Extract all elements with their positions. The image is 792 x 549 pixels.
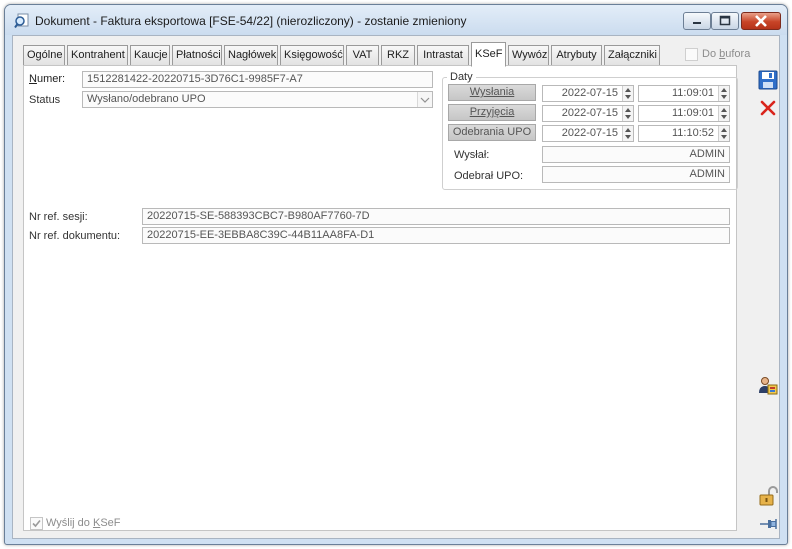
do-bufora-checkbox[interactable]	[685, 48, 698, 61]
przyjecia-time-field[interactable]: 11:09:01	[638, 105, 730, 122]
status-value: Wysłano/odebrano UPO	[87, 93, 206, 105]
close-button[interactable]	[741, 12, 781, 30]
wyslania-time-field[interactable]: 11:09:01	[638, 85, 730, 102]
unlock-button[interactable]	[756, 484, 778, 506]
przyjecia-button[interactable]: Przyjęcia	[448, 104, 536, 121]
numer-field[interactable]: 1512281422-20220715-3D76C1-9985F7-A7	[82, 71, 433, 88]
application-window: Dokument - Faktura eksportowa [FSE-54/22…	[4, 4, 788, 545]
save-icon	[758, 70, 778, 90]
minimize-button[interactable]	[683, 12, 711, 30]
window-content: Ogólne Kontrahent Kaucje Płatności Nagłó…	[12, 35, 780, 539]
tab-ksiegowosc[interactable]: Księgowość	[280, 45, 344, 66]
tab-platnosci[interactable]: Płatności	[172, 45, 222, 66]
wyslal-label: Wysłał:	[454, 149, 490, 161]
daty-group-title: Daty	[447, 71, 476, 83]
wyslal-field[interactable]: ADMIN	[542, 146, 730, 163]
nr-ref-sesji-field[interactable]: 20220715-SE-588393CBC7-B980AF7760-7D	[142, 208, 730, 225]
odebrania-upo-button[interactable]: Odebrania UPO	[448, 124, 536, 141]
odebrania-date-value: 2022-07-15	[561, 127, 618, 139]
odebral-upo-label: Odebrał UPO:	[454, 170, 524, 182]
wyslania-date-value: 2022-07-15	[561, 87, 618, 99]
odebral-upo-field[interactable]: ADMIN	[542, 166, 730, 183]
tab-ogolne[interactable]: Ogólne	[23, 45, 65, 66]
tab-zalaczniki[interactable]: Załączniki	[604, 45, 660, 66]
spinner-icon[interactable]	[718, 106, 729, 121]
maximize-button[interactable]	[711, 12, 739, 30]
tab-rkz[interactable]: RKZ	[381, 45, 415, 66]
wyslij-do-ksef-checkbox[interactable]	[30, 517, 43, 530]
spinner-icon[interactable]	[718, 86, 729, 101]
przyjecia-label: Przyjęcia	[469, 106, 515, 118]
do-bufora-label: Do bufora	[702, 48, 751, 60]
nr-ref-dokumentu-field[interactable]: 20220715-EE-3EBBA8C39C-44B11AA8FA-D1	[142, 227, 730, 244]
odebrania-upo-label: Odebrania UPO	[452, 126, 532, 138]
pin-icon	[760, 519, 777, 529]
cancel-button[interactable]	[756, 96, 778, 118]
numer-label: Numer:	[29, 73, 66, 85]
status-label: Status	[29, 94, 61, 106]
magnifier-doc-icon	[14, 13, 30, 29]
tab-intrastat[interactable]: Intrastat	[417, 45, 469, 66]
title-bar[interactable]: Dokument - Faktura eksportowa [FSE-54/22…	[5, 5, 787, 35]
wyslania-label: Wysłania	[469, 86, 515, 98]
ksef-panel: Numer: 1512281422-20220715-3D76C1-9985F7…	[23, 65, 738, 531]
odebrania-date-field[interactable]: 2022-07-15	[542, 125, 634, 142]
przyjecia-date-value: 2022-07-15	[561, 107, 618, 119]
odebrania-time-field[interactable]: 11:10:52	[638, 125, 730, 142]
cancel-x-icon	[760, 100, 776, 116]
person-card-icon	[759, 377, 778, 395]
tab-atrybuty[interactable]: Atrybuty	[551, 45, 602, 66]
tab-naglowek[interactable]: Nagłówek	[224, 45, 278, 66]
przyjecia-time-value: 11:09:01	[671, 107, 714, 119]
chevron-down-icon[interactable]	[417, 92, 432, 107]
nr-ref-dokumentu-label: Nr ref. dokumentu:	[29, 230, 121, 242]
save-button[interactable]	[756, 68, 778, 90]
person-card-button[interactable]	[756, 374, 778, 396]
checkmark-icon	[32, 519, 41, 528]
tab-wywoz[interactable]: Wywóz	[508, 45, 549, 66]
wyslania-button[interactable]: Wysłania	[448, 84, 536, 101]
tab-vat[interactable]: VAT	[346, 45, 379, 66]
przyjecia-date-field[interactable]: 2022-07-15	[542, 105, 634, 122]
odebrania-time-value: 11:10:52	[671, 127, 714, 139]
nr-ref-sesji-label: Nr ref. sesji:	[29, 211, 88, 223]
status-select[interactable]: Wysłano/odebrano UPO	[82, 91, 433, 108]
spinner-icon[interactable]	[622, 126, 633, 141]
spinner-icon[interactable]	[718, 126, 729, 141]
wyslania-time-value: 11:09:01	[671, 87, 714, 99]
wyslania-date-field[interactable]: 2022-07-15	[542, 85, 634, 102]
pin-button[interactable]	[756, 512, 778, 534]
tab-kaucje[interactable]: Kaucje	[130, 45, 170, 66]
window-title: Dokument - Faktura eksportowa [FSE-54/22…	[35, 14, 467, 28]
tab-kontrahent[interactable]: Kontrahent	[67, 45, 128, 66]
spinner-icon[interactable]	[622, 86, 633, 101]
wyslij-do-ksef-label: Wyślij do KSeF	[46, 517, 121, 529]
spinner-icon[interactable]	[622, 106, 633, 121]
tab-ksef[interactable]: KSeF	[471, 42, 506, 67]
padlock-icon	[759, 486, 778, 506]
